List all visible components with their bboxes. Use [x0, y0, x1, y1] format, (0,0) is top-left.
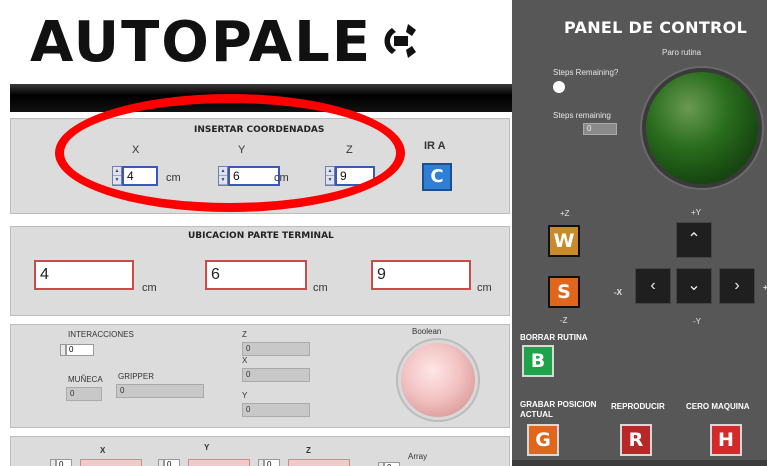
z-down-button[interactable]: S: [548, 276, 580, 308]
grabar-posicion-label: GRABAR POSICION ACTUAL: [520, 400, 597, 419]
status-x-indicator: 0: [242, 368, 310, 382]
terminal-z-indicator: 9: [371, 260, 471, 290]
grabar-posicion-button[interactable]: G: [527, 424, 559, 456]
array-z-element[interactable]: [288, 459, 350, 466]
interacciones-control[interactable]: 0: [60, 344, 94, 356]
reproducir-button[interactable]: R: [620, 424, 652, 456]
terminal-y-indicator: 6: [205, 260, 307, 290]
left-area: AUTOPALE INSERTAR COORDENADAS X Y Z ▲ ▼ 4…: [0, 0, 512, 466]
array-index-input[interactable]: 0: [384, 462, 400, 466]
gripper-label: GRIPPER: [118, 372, 155, 381]
array-x-index-input[interactable]: 0: [56, 459, 72, 466]
array-x-label: X: [100, 446, 106, 455]
cero-maquina-label: CERO MAQUINA: [686, 402, 750, 411]
terminal-location-title: UBICACION PARTE TERMINAL: [188, 231, 334, 241]
cero-maquina-button[interactable]: H: [710, 424, 742, 456]
status-y-indicator: 0: [242, 403, 310, 417]
gripper-indicator: 0: [116, 384, 204, 398]
status-z-label: Z: [242, 330, 247, 339]
array-x-index[interactable]: 0: [50, 459, 72, 466]
minus-z-label: -Z: [560, 316, 568, 325]
interacciones-label: INTERACCIONES: [68, 330, 134, 339]
go-to-button[interactable]: C: [422, 163, 452, 191]
terminal-x-unit: cm: [142, 282, 157, 294]
array-index[interactable]: 0: [378, 462, 400, 466]
arrow-left-icon[interactable]: ‹: [635, 268, 671, 304]
z-up-button[interactable]: W: [548, 225, 580, 257]
steps-remaining-question-label: Steps Remaining?: [553, 68, 619, 77]
paro-rutina-label: Paro rutina: [662, 48, 702, 57]
array-z-label: Z: [306, 446, 311, 455]
array-y-index[interactable]: 0: [158, 459, 180, 466]
reproducir-label: REPRODUCIR: [611, 402, 665, 411]
logo: AUTOPALE: [30, 8, 424, 78]
array-label: Array: [408, 452, 428, 461]
boolean-button[interactable]: [398, 340, 478, 420]
control-panel-title: PANEL DE CONTROL: [564, 18, 748, 37]
steps-remaining-label: Steps remaining: [553, 111, 611, 120]
array-y-element[interactable]: [188, 459, 250, 466]
highlight-circle: [55, 94, 405, 212]
control-panel: PANEL DE CONTROL Steps Remaining? Steps …: [512, 0, 767, 466]
interacciones-input[interactable]: 0: [66, 344, 94, 356]
array-z-index[interactable]: 0: [258, 459, 280, 466]
borrar-rutina-label: BORRAR RUTINA: [520, 333, 588, 342]
array-x-element[interactable]: [80, 459, 142, 466]
array-y-label: Y: [204, 443, 210, 452]
minus-y-label: -Y: [693, 317, 701, 326]
steps-remaining-indicator: 0: [583, 123, 617, 135]
arrow-up-icon[interactable]: ⌃: [676, 222, 712, 258]
terminal-x-indicator: 4: [34, 260, 134, 290]
plus-y-label: +Y: [691, 208, 702, 217]
minus-x-label: -X: [614, 288, 622, 297]
terminal-y-unit: cm: [313, 282, 328, 294]
status-z-indicator: 0: [242, 342, 310, 356]
arrow-down-icon[interactable]: ⌄: [676, 268, 712, 304]
go-to-label: IR A: [424, 140, 446, 152]
gripper-icon: [378, 18, 424, 69]
arrow-right-icon[interactable]: ›: [719, 268, 755, 304]
boolean-label: Boolean: [412, 327, 442, 336]
plus-x-label: +X: [763, 283, 767, 292]
muneca-indicator: 0: [66, 387, 102, 401]
plus-z-label: +Z: [560, 209, 570, 218]
status-x-label: X: [242, 356, 248, 365]
logo-text: AUTOPALE: [30, 10, 373, 75]
muneca-label: MUÑECA: [68, 375, 103, 384]
terminal-z-unit: cm: [477, 282, 492, 294]
array-y-index-input[interactable]: 0: [164, 459, 180, 466]
borrar-rutina-button[interactable]: B: [522, 345, 554, 377]
array-z-index-input[interactable]: 0: [264, 459, 280, 466]
paro-rutina-button[interactable]: [642, 68, 762, 188]
steps-remaining-led: [553, 81, 565, 93]
status-y-label: Y: [242, 391, 248, 400]
